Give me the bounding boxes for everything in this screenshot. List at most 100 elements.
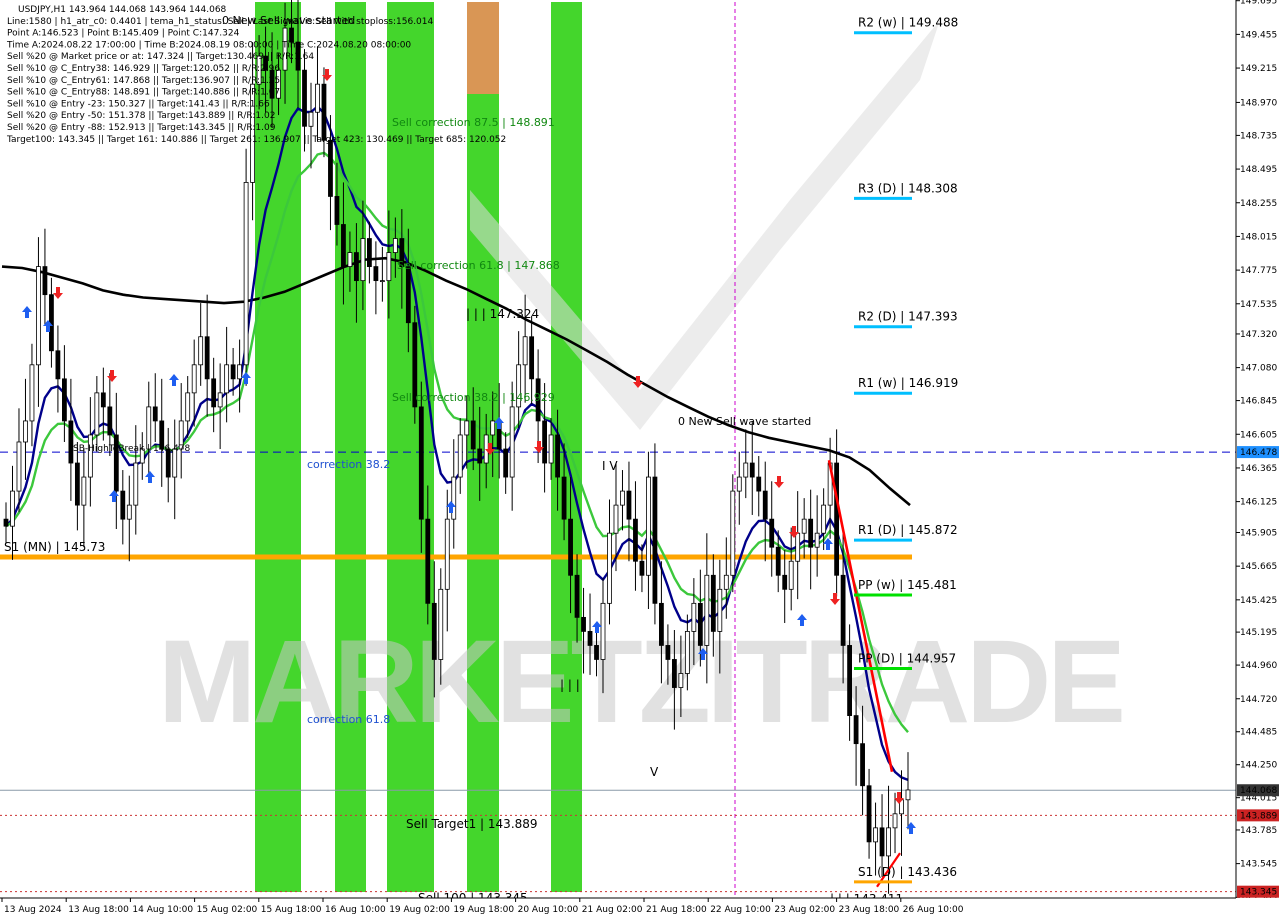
buy-arrow-icon [145,471,155,483]
y-tick-label: 147.080 [1240,364,1277,374]
y-tick-label: 149.695 [1240,0,1277,7]
candle-body [626,490,632,520]
candle-body [321,83,327,141]
candle-body [665,645,671,660]
fsb-label: FSB-HighToBreak | 146.478 [68,444,190,454]
candle-body [788,560,794,590]
candle-body [87,434,93,478]
candle-body [55,350,61,380]
candle-body [808,518,814,548]
y-tick-label: 147.320 [1240,330,1277,340]
candle-body [847,645,852,716]
candle-body [237,364,243,380]
sell-correction-label: Sell correction 87.5 | 148.891 [392,116,555,129]
candle-body [224,364,230,394]
candle-body [42,266,48,296]
sell-arrow-icon [830,593,840,605]
candle-body [801,518,807,534]
candle-body [860,743,865,787]
candle-body [146,406,152,450]
candle-body [756,476,762,492]
candle-body [730,490,736,576]
candle-body [62,378,67,422]
candle-body [678,673,684,688]
candle-body [386,252,392,282]
candle-body [600,602,606,660]
candle-body [840,574,846,646]
candlestick-chart: MARKETZITRADE R2 (w) | 149.488 R3 (D) | 1… [0,0,1280,920]
info-line: Sell %10 @ C_Entry61: 147.868 || Target:… [7,76,280,86]
y-tick-label: 147.775 [1240,266,1277,276]
candle-body [639,560,645,576]
candle-body [198,336,204,366]
s1-mn-label: S1 (MN) | 145.73 [4,540,105,554]
candle-body [892,813,898,829]
chart-container: MARKETZITRADE R2 (w) | 149.488 R3 (D) | 1… [0,0,1280,920]
candle-body [418,406,424,520]
candle-body [126,504,132,520]
buy-arrow-icon [22,306,32,318]
candle-body [425,518,431,604]
price-label-text: 146.478 [1240,448,1277,458]
orange-time-zone [467,2,499,94]
candle-body [620,490,625,506]
pivot-level-label: R2 (w) | 149.488 [858,16,958,30]
y-tick-label: 146.125 [1240,498,1277,508]
x-tick-label: 22 Aug 10:00 [710,905,771,915]
wave-iv-label: I V [602,459,618,473]
candle-body [230,364,236,380]
info-line: Sell %10 @ C_Entry88: 148.891 || Target:… [7,88,280,98]
candle-body [548,434,554,464]
logo-shape [470,20,940,430]
x-tick-label: 21 Aug 02:00 [582,905,643,915]
y-tick-label: 149.455 [1240,30,1277,40]
buy-arrow-icon [109,490,119,502]
candle-body [354,252,359,282]
candle-body [328,139,333,197]
correction-label: correction 38.2 [307,458,390,471]
candle-body [457,434,463,478]
info-line: Point A:146.523 | Point B:145.409 | Poin… [7,29,240,39]
candle-body [23,420,28,443]
candle-body [470,420,476,450]
candle-body [217,392,223,408]
y-tick-label: 145.665 [1240,562,1277,572]
candle-body [607,532,612,604]
price-label-text: 143.889 [1240,811,1277,821]
info-line: Sell %20 @ Entry -88: 152.913 || Target:… [7,123,276,133]
candle-body [133,462,139,506]
candle-body [659,602,664,646]
candle-body [710,574,716,632]
candle-body [191,364,197,394]
candle-body [691,602,697,632]
candle-body [405,266,411,324]
candle-body [581,616,586,632]
new-sell-wave-label: 0 New Sell wave started [678,415,811,428]
x-tick-label: 13 Aug 2024 [4,905,62,915]
candle-body [568,518,573,576]
y-tick-label: 148.255 [1240,199,1277,209]
x-tick-label: 23 Aug 02:00 [774,905,835,915]
candle-body [36,266,41,366]
x-tick-label: 15 Aug 02:00 [197,905,258,915]
candle-body [81,476,87,506]
candle-body [152,406,158,422]
candle-body [185,392,191,422]
x-tick-label: 23 Aug 18:00 [839,905,900,915]
info-line: Target100: 143.345 || Target 161: 140.88… [6,135,506,145]
y-tick-label: 148.495 [1240,165,1277,175]
info-line: Sell %20 @ Entry -50: 151.378 || Target:… [7,111,275,121]
y-tick-label: 144.720 [1240,695,1277,705]
candle-body [10,490,15,527]
candle-body [587,631,593,646]
candle-body [464,420,470,436]
pivot-level-label: S1 (D) | 143.436 [858,865,957,879]
candle-body [360,238,366,282]
x-tick-label: 26 Aug 10:00 [903,905,964,915]
y-tick-label: 145.905 [1240,528,1277,538]
candle-body [204,336,210,380]
candle-body [308,111,314,127]
candle-body [853,715,859,745]
x-tick-label: 15 Aug 18:00 [261,905,322,915]
price-label-text: 143.345 [1240,888,1277,898]
